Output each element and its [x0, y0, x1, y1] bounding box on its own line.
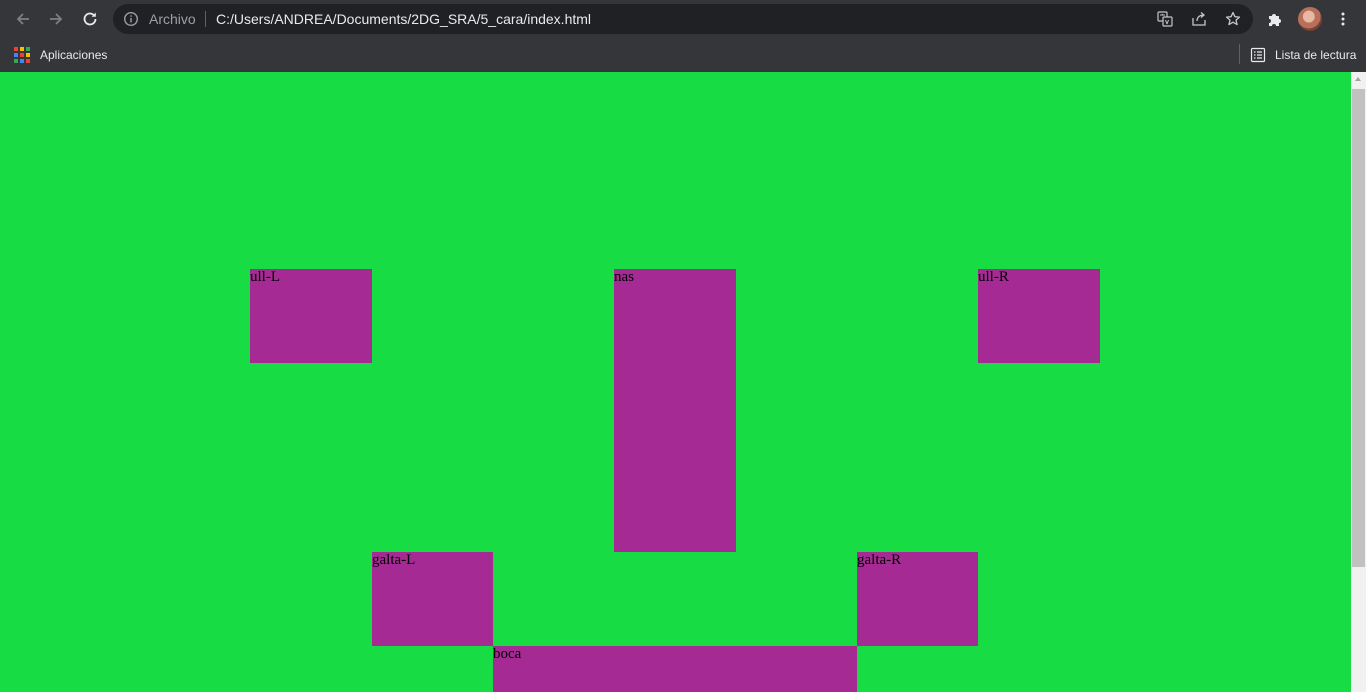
- cheek-left-box: galta-L: [372, 552, 493, 646]
- star-icon: [1225, 11, 1241, 26]
- address-separator: [205, 11, 206, 27]
- reload-button[interactable]: [76, 5, 104, 33]
- cheek-right-label: galta-R: [857, 552, 902, 568]
- eye-left-box: ull-L: [250, 269, 372, 363]
- share-icon: [1192, 12, 1206, 26]
- browser-chrome: Archivo C:/Users/ANDREA/Documents/2DG_SR…: [0, 0, 1366, 72]
- translate-button[interactable]: [1155, 9, 1175, 29]
- vertical-scrollbar[interactable]: [1351, 72, 1366, 692]
- eye-right-label: ull-R: [978, 269, 1009, 285]
- reload-icon: [83, 12, 97, 26]
- puzzle-icon: [1269, 14, 1281, 26]
- apps-label: Aplicaciones: [40, 48, 108, 62]
- mouth-label: boca: [493, 646, 522, 662]
- extensions-button[interactable]: [1264, 8, 1286, 30]
- apps-shortcut[interactable]: Aplicaciones: [14, 45, 107, 65]
- page-viewport: ull-L nas ull-R galta-L galta-R boca: [0, 72, 1351, 692]
- nose-label: nas: [614, 269, 634, 285]
- apps-grid-icon: [14, 47, 30, 63]
- profile-avatar[interactable]: [1298, 7, 1322, 31]
- reading-list-icon: [1250, 47, 1266, 63]
- address-url[interactable]: C:/Users/ANDREA/Documents/2DG_SRA/5_cara…: [216, 10, 591, 28]
- arrow-right-icon: [50, 13, 63, 25]
- bookmark-star-button[interactable]: [1223, 9, 1243, 29]
- cheek-right-box: galta-R: [857, 552, 978, 646]
- mouth-box: boca: [493, 646, 857, 692]
- browser-toolbar: Archivo C:/Users/ANDREA/Documents/2DG_SR…: [0, 0, 1366, 38]
- back-button[interactable]: [9, 5, 37, 33]
- share-button[interactable]: [1189, 9, 1209, 29]
- info-icon[interactable]: [123, 11, 139, 27]
- nose-box: nas: [614, 269, 736, 552]
- scrollbar-thumb[interactable]: [1352, 89, 1365, 567]
- reading-list-label: Lista de lectura: [1275, 48, 1357, 62]
- address-scheme-label: Archivo: [149, 11, 196, 27]
- bookmarks-bar: Aplicaciones Lista de lectura: [0, 38, 1366, 72]
- bookmarks-divider: [1239, 44, 1240, 64]
- reading-list-button[interactable]: Lista de lectura: [1250, 45, 1356, 65]
- forward-button[interactable]: [42, 5, 70, 33]
- address-bar[interactable]: Archivo C:/Users/ANDREA/Documents/2DG_SR…: [113, 4, 1253, 34]
- eye-left-label: ull-L: [250, 269, 280, 285]
- arrow-left-icon: [16, 13, 29, 25]
- browser-menu-button[interactable]: [1332, 8, 1354, 30]
- eye-right-box: ull-R: [978, 269, 1100, 363]
- cheek-left-label: galta-L: [372, 552, 416, 568]
- scroll-up-arrow-icon[interactable]: [1355, 77, 1361, 81]
- kebab-menu-icon: [1341, 12, 1345, 26]
- translate-icon: [1157, 11, 1173, 27]
